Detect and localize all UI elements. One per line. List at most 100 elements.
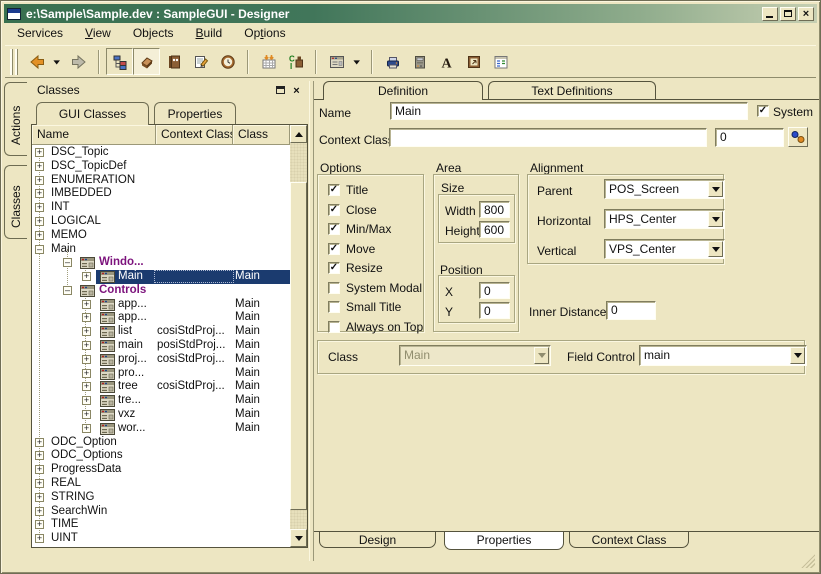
checkbox-move[interactable]: ✓ xyxy=(328,243,340,255)
font-button[interactable]: A xyxy=(433,48,460,75)
tree-row[interactable]: +LOGICAL xyxy=(32,215,290,229)
book-button[interactable] xyxy=(160,48,187,75)
expand-toggle[interactable]: + xyxy=(35,231,44,240)
context-class-browse-button[interactable] xyxy=(788,127,808,147)
form-window-button[interactable] xyxy=(323,48,350,75)
tree-item-name[interactable]: pro... xyxy=(118,367,144,380)
y-input[interactable]: 0 xyxy=(479,302,510,319)
menu-item-services[interactable]: Services xyxy=(6,25,74,43)
menu-item-view[interactable]: View xyxy=(74,25,122,43)
tree-item-name[interactable]: SearchWin xyxy=(51,505,107,518)
tree-row[interactable]: +DSC_TopicDef xyxy=(32,160,290,174)
tree-row[interactable]: +ODC_Option xyxy=(32,436,290,450)
tree-row[interactable]: +wor...Main xyxy=(32,422,290,436)
expand-toggle[interactable]: + xyxy=(82,300,91,309)
side-tab-actions[interactable]: Actions xyxy=(4,82,27,156)
tree-row[interactable]: +app...Main xyxy=(32,298,290,312)
vertical-combo-arrow[interactable] xyxy=(708,241,723,257)
tree-row[interactable]: +TIME xyxy=(32,518,290,532)
tree-item-name[interactable]: main xyxy=(118,339,143,352)
printer-button[interactable] xyxy=(379,48,406,75)
expand-toggle[interactable]: – xyxy=(35,245,44,254)
tree-row[interactable]: + ProgressData xyxy=(32,463,290,477)
bottom-tab-properties[interactable]: Properties xyxy=(444,532,564,550)
class-hierarchy-button[interactable] xyxy=(106,48,133,75)
compile-button[interactable]: CI xyxy=(282,48,309,75)
expand-toggle[interactable]: + xyxy=(35,203,44,212)
parent-combo-arrow[interactable] xyxy=(708,181,723,197)
tree-row[interactable]: +pro...Main xyxy=(32,367,290,381)
back-arrow-button[interactable] xyxy=(23,48,50,75)
tree-scrollbar[interactable] xyxy=(290,125,307,547)
expand-toggle[interactable]: + xyxy=(35,189,44,198)
horizontal-combo[interactable]: HPS_Center xyxy=(604,209,725,229)
tree-item-name[interactable]: ProgressData xyxy=(51,463,121,476)
tab-properties[interactable]: Properties xyxy=(154,102,236,124)
tab-definition[interactable]: Definition xyxy=(323,81,483,100)
context-class-count-input[interactable]: 0 xyxy=(715,128,784,147)
expand-toggle[interactable]: + xyxy=(35,465,44,474)
close-panel-button[interactable]: × xyxy=(289,83,304,97)
expand-toggle[interactable]: – xyxy=(63,258,72,267)
tree-item-name[interactable]: LOGICAL xyxy=(51,215,101,228)
tree-row[interactable]: +mainposiStdProj...Main xyxy=(32,339,290,353)
resize-grip[interactable] xyxy=(801,554,815,568)
expand-toggle[interactable]: + xyxy=(35,148,44,157)
tree-item-name[interactable]: Main xyxy=(51,243,76,256)
tree-row[interactable]: – Windo... xyxy=(32,256,290,270)
tree-row[interactable]: +ODC_Options xyxy=(32,449,290,463)
menu-item-options[interactable]: Options xyxy=(233,25,296,43)
eraser-button[interactable] xyxy=(133,48,160,75)
column-header-class[interactable]: Class xyxy=(233,125,290,145)
checkbox-min-max[interactable]: ✓ xyxy=(328,223,340,235)
toolbar-grip[interactable] xyxy=(10,49,18,75)
import-table-button[interactable] xyxy=(255,48,282,75)
maximize-button[interactable] xyxy=(780,7,796,21)
tree-row[interactable]: +MEMO xyxy=(32,229,290,243)
expand-toggle[interactable]: + xyxy=(35,507,44,516)
tree-item-name[interactable]: app... xyxy=(118,311,147,324)
field-control-combo[interactable]: main xyxy=(639,345,807,366)
tree-item-name[interactable]: DSC_Topic xyxy=(51,146,109,159)
tree-row[interactable]: +vxzMain xyxy=(32,408,290,422)
tree-item-name[interactable]: STRING xyxy=(51,491,94,504)
bottom-tab-design[interactable]: Design xyxy=(319,532,436,548)
tab-gui-classes[interactable]: GUI Classes xyxy=(36,102,149,125)
system-checkbox[interactable]: ✓ xyxy=(757,105,769,117)
tree-item-name[interactable]: tre... xyxy=(118,394,141,407)
float-panel-button[interactable] xyxy=(273,83,288,97)
tree-row[interactable]: +INT xyxy=(32,201,290,215)
expand-toggle[interactable]: + xyxy=(82,272,91,281)
tree-item-name[interactable]: ENUMERATION xyxy=(51,174,135,187)
tree-row[interactable]: +app...Main xyxy=(32,311,290,325)
tree-item-name[interactable]: REAL xyxy=(51,477,81,490)
width-input[interactable]: 800 xyxy=(479,201,510,218)
expand-toggle[interactable]: + xyxy=(82,382,91,391)
inner-distance-input[interactable]: 0 xyxy=(606,301,656,320)
checkbox-small-title[interactable] xyxy=(328,301,340,313)
tree-row[interactable]: –Controls xyxy=(32,284,290,298)
tree-item-name[interactable]: vxz xyxy=(118,408,135,421)
expand-toggle[interactable]: + xyxy=(82,327,91,336)
tree-row[interactable]: +MainMain xyxy=(32,270,290,284)
tree-row[interactable]: –Main xyxy=(32,243,290,257)
name-input[interactable]: Main xyxy=(390,102,748,120)
height-input[interactable]: 600 xyxy=(479,221,510,238)
tree-item-name[interactable]: Windo... xyxy=(99,256,144,269)
expand-toggle[interactable]: + xyxy=(82,355,91,364)
tree-item-name[interactable]: Main xyxy=(118,270,143,283)
checkbox-close[interactable]: ✓ xyxy=(328,204,340,216)
tree-row[interactable]: +treecosiStdProj...Main xyxy=(32,380,290,394)
side-tab-classes[interactable]: Classes xyxy=(4,165,27,239)
bottom-tab-context-class[interactable]: Context Class xyxy=(569,532,689,548)
tree-row[interactable]: +proj...cosiStdProj...Main xyxy=(32,353,290,367)
scroll-down-button[interactable] xyxy=(290,529,307,547)
expand-toggle[interactable]: + xyxy=(35,451,44,460)
x-input[interactable]: 0 xyxy=(479,282,510,299)
tree-item-name[interactable]: ODC_Option xyxy=(51,436,117,449)
parent-combo[interactable]: POS_Screen xyxy=(604,179,725,199)
checkbox-title[interactable]: ✓ xyxy=(328,184,340,196)
tree-row[interactable]: +IMBEDDED xyxy=(32,187,290,201)
menu-item-build[interactable]: Build xyxy=(185,25,234,43)
dropdown-arrow-button[interactable] xyxy=(350,48,365,75)
